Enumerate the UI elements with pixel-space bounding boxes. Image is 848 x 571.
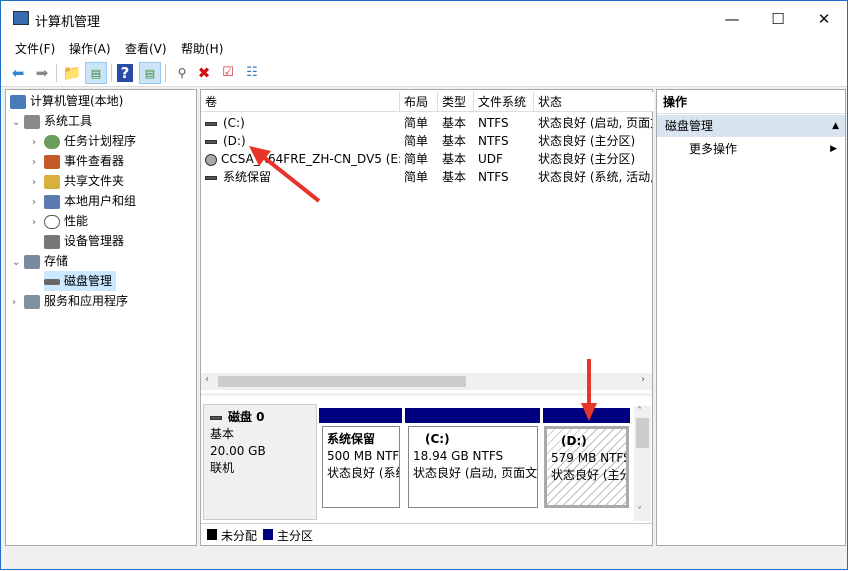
window: 计算机管理 — ☐ ✕ 文件(F) 操作(A) 查看(V) 帮助(H) ⬅ ➡ …	[0, 0, 848, 570]
red-arrow-to-d-partition	[581, 359, 597, 421]
annotation-arrows	[249, 146, 597, 421]
red-arrow-to-d-volume	[249, 146, 321, 203]
